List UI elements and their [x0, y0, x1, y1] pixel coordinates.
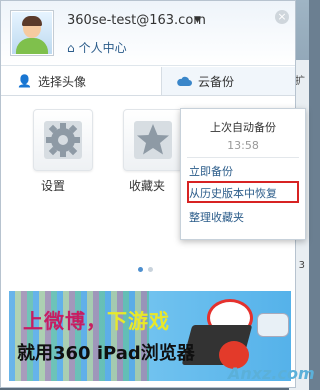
- settings-tile[interactable]: [33, 109, 93, 171]
- home-icon: ⌂: [67, 40, 75, 55]
- personal-center-label: 个人中心: [78, 41, 127, 55]
- tab-bar: 👤 选择头像 云备份: [1, 67, 295, 96]
- cloud-icon: [177, 76, 192, 86]
- tab-choose-avatar[interactable]: 👤 选择头像: [17, 67, 86, 95]
- user-icon: 👤: [17, 74, 32, 88]
- banner-headline-a: 上微博，: [23, 309, 107, 333]
- tab-label: 选择头像: [37, 74, 86, 89]
- last-backup-time: 13:58: [227, 139, 259, 152]
- page-dot[interactable]: [148, 267, 153, 272]
- menu-divider: [187, 157, 299, 158]
- watermark: Anxz.com: [228, 364, 315, 383]
- banner-headline-b: 下游戏: [107, 309, 170, 333]
- last-backup-title: 上次自动备份: [210, 121, 276, 134]
- personal-center-link[interactable]: ⌂ 个人中心: [67, 39, 127, 56]
- page-dot-active[interactable]: [138, 267, 143, 272]
- tab-cloud-backup[interactable]: 云备份: [161, 67, 295, 95]
- favorites-label: 收藏夹: [129, 179, 166, 193]
- favorites-tile[interactable]: [123, 109, 183, 171]
- avatar[interactable]: [10, 10, 54, 56]
- account-header: 360se-test@163.com ▼ ⌂ 个人中心 ×: [1, 1, 295, 66]
- menu-item-organize-favorites[interactable]: 整理收藏夹: [189, 209, 244, 225]
- menu-item-restore-history[interactable]: 从历史版本中恢复: [189, 185, 277, 201]
- background-label: 3: [298, 260, 305, 271]
- close-icon[interactable]: ×: [275, 10, 289, 24]
- account-email[interactable]: 360se-test@163.com: [67, 13, 206, 28]
- menu-item-backup-now[interactable]: 立即备份: [189, 163, 233, 179]
- tab-label: 云备份: [198, 74, 235, 89]
- star-icon: [134, 121, 172, 159]
- cloud-backup-menu: 上次自动备份 13:58 立即备份 从历史版本中恢复 整理收藏夹: [180, 108, 306, 240]
- background-label: 扩: [295, 76, 305, 87]
- page-indicator: [138, 267, 153, 272]
- gamepad-icon: [257, 313, 289, 337]
- settings-label: 设置: [41, 179, 66, 193]
- banner-headline: 上微博，下游戏: [23, 305, 170, 334]
- gear-icon: [44, 121, 82, 159]
- avatar-image: [12, 12, 52, 54]
- banner-subline: 就用360 iPad浏览器: [17, 343, 195, 364]
- chevron-down-icon[interactable]: ▼: [194, 15, 201, 25]
